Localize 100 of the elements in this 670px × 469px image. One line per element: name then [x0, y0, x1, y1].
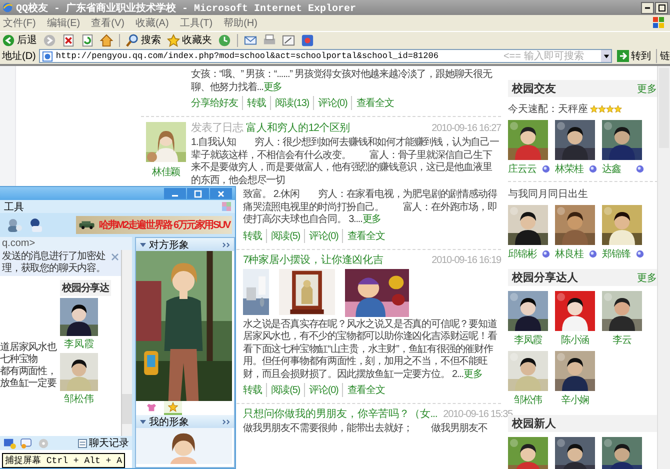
message-icon[interactable]	[20, 438, 33, 448]
globe-icon[interactable]	[636, 250, 644, 258]
globe-icon[interactable]	[542, 165, 550, 173]
post-action-link[interactable]: 转载	[243, 383, 266, 397]
menu-item[interactable]: 收藏(A)	[135, 16, 169, 30]
go-button[interactable]: 转到	[615, 49, 653, 63]
post-date: 2010-09-16 16:27	[432, 123, 501, 134]
more-link[interactable]: 更多	[362, 214, 382, 225]
stop-button[interactable]	[62, 34, 75, 46]
person-name[interactable]: 李凤霞	[514, 333, 542, 347]
post-title[interactable]: 富人和穷人的12个区别	[246, 121, 350, 135]
person-name[interactable]: 李凤霞	[64, 337, 94, 351]
person-name[interactable]: 庄云云	[508, 162, 536, 176]
post-action-link[interactable]: 评论(0)	[304, 383, 342, 397]
person-name[interactable]: 陈小涵	[560, 333, 590, 347]
maximize-icon	[658, 4, 666, 12]
maximize-button[interactable]	[655, 2, 668, 14]
refresh-button[interactable]	[81, 34, 94, 46]
star-icon	[167, 34, 180, 46]
post-action-link[interactable]: 查看全文	[342, 383, 389, 397]
panel-header[interactable]: 对方形象	[136, 238, 234, 251]
double-chevron-icon[interactable]	[222, 418, 230, 424]
globe-icon[interactable]	[589, 250, 597, 258]
messenger-button[interactable]	[301, 34, 314, 46]
search-icon	[126, 34, 139, 46]
star-tab[interactable]	[164, 401, 182, 415]
more-link[interactable]: 更多	[463, 368, 482, 380]
post-action-link[interactable]: 查看全文	[351, 96, 398, 110]
post-action-link[interactable]: 评论(0)	[304, 228, 342, 242]
group-caption: 今天速配：天秤座	[508, 102, 588, 116]
search-button[interactable]: 搜索	[126, 33, 161, 47]
post-action-link[interactable]: 评论(0)	[313, 96, 352, 110]
home-button[interactable]	[100, 34, 113, 46]
more-link[interactable]: 更多	[637, 82, 657, 96]
minimize-button[interactable]	[641, 2, 654, 14]
car-icon	[78, 218, 97, 232]
shared-text: 都有两面性，	[0, 366, 58, 378]
globe-icon[interactable]	[589, 165, 597, 173]
person-name[interactable]: 郑锦锋	[602, 247, 630, 261]
double-chevron-icon[interactable]	[222, 242, 230, 248]
person-name[interactable]: 邱锦彬	[508, 247, 536, 261]
person-name[interactable]: 林良桂	[555, 247, 584, 261]
person-name[interactable]: 辛小娴	[560, 393, 590, 407]
tooltip: 捕捉屏幕 Ctrl + Alt + A	[2, 453, 126, 468]
post-action-link[interactable]: 分享给好友	[191, 96, 242, 110]
minimize-icon	[645, 6, 650, 8]
dropdown-button[interactable]	[601, 50, 611, 62]
print-button[interactable]	[263, 34, 276, 46]
screenshot-icon[interactable]	[3, 438, 16, 448]
page-icon	[42, 50, 53, 62]
menu-item[interactable]: 文件(F)	[3, 16, 36, 30]
favorites-button[interactable]: 收藏夹	[167, 33, 212, 47]
maximize-icon	[194, 190, 202, 198]
person-name[interactable]: 邹松伟	[514, 393, 542, 407]
post-title[interactable]: 只想问你做我的男朋友，你辛苦吗？（女...	[243, 407, 438, 421]
menu-item[interactable]: 工具(T)	[180, 16, 213, 30]
menu-item[interactable]: 帮助(H)	[224, 16, 258, 30]
search-hint: 输入即可搜索	[524, 50, 584, 63]
globe-icon[interactable]	[542, 250, 550, 258]
post-action-link[interactable]: 查看全文	[342, 228, 389, 242]
person-name[interactable]: 达鑫	[602, 162, 621, 176]
close-icon[interactable]	[111, 253, 119, 261]
post-excerpt: 致富。 2.休闲 穷人：在家看电视，为肥皂剧的剧情感动得痛哭流照电视里的时尚打扮自己。 富人：在外跑市场，即使打高尔夫球也自合同。 3....更多	[243, 189, 498, 226]
address-field[interactable]: http://pengyou.qq.com/index.php?mod=school&act=schoolportal&school_id=81206 <== 输入即可搜索	[38, 49, 612, 63]
post-action-link[interactable]: 阅读(5)	[266, 228, 304, 242]
person-name[interactable]: 李云	[612, 333, 632, 347]
add-contact-icon[interactable]	[6, 218, 22, 232]
edit-button[interactable]	[282, 34, 295, 46]
shared-text: 七种宝物	[0, 354, 39, 366]
more-link[interactable]: 更多	[263, 82, 282, 92]
scrollbar[interactable]	[121, 250, 132, 436]
menu-item[interactable]: 编辑(E)	[46, 16, 80, 30]
post-excerpt: 做我男朋友不需要很帅，能带出去就好； 做我男朋友不	[243, 423, 488, 436]
search-hint-arrow: <==	[503, 50, 521, 62]
globe-icon[interactable]	[636, 165, 644, 173]
close-button[interactable]	[210, 188, 232, 199]
links-button[interactable]: 链	[656, 49, 670, 63]
post-action-link[interactable]: 转载	[243, 228, 266, 242]
ad-banner[interactable]: 哈弗M2走遍世界路 6万元家用SUV	[76, 216, 232, 234]
post-action-link[interactable]: 阅读(13)	[270, 96, 314, 110]
scrollbar[interactable]	[657, 66, 670, 469]
post-title[interactable]: 7种家居小摆设，让你逢凶化吉	[243, 252, 384, 266]
caret-icon	[602, 52, 610, 60]
person-name[interactable]: 林荣桂	[555, 162, 584, 176]
panel-header[interactable]: 我的形象	[136, 415, 234, 428]
browser-icon	[2, 2, 13, 13]
back-button[interactable]: 后退	[2, 33, 37, 47]
contact-card-icon[interactable]	[28, 218, 44, 232]
url-text: http://pengyou.qq.com/index.php?mod=school&act=schoolportal&school_id=81206	[56, 51, 438, 61]
close-icon	[217, 190, 225, 198]
more-link[interactable]: 更多	[637, 270, 657, 284]
post-action-link[interactable]: 阅读(5)	[266, 383, 304, 397]
author-name[interactable]: 林佳颖	[152, 165, 180, 179]
notice-text: 发送的消息进行了加密处理，获取您的聊天内容。	[2, 251, 106, 275]
mail-button[interactable]	[244, 34, 257, 46]
person-name[interactable]: 邹松伟	[64, 392, 94, 406]
post-action-link[interactable]: 转载	[242, 96, 270, 110]
menu-item[interactable]: 工具	[4, 200, 24, 214]
history-button[interactable]	[218, 34, 231, 46]
menu-item[interactable]: 查看(V)	[91, 16, 124, 30]
